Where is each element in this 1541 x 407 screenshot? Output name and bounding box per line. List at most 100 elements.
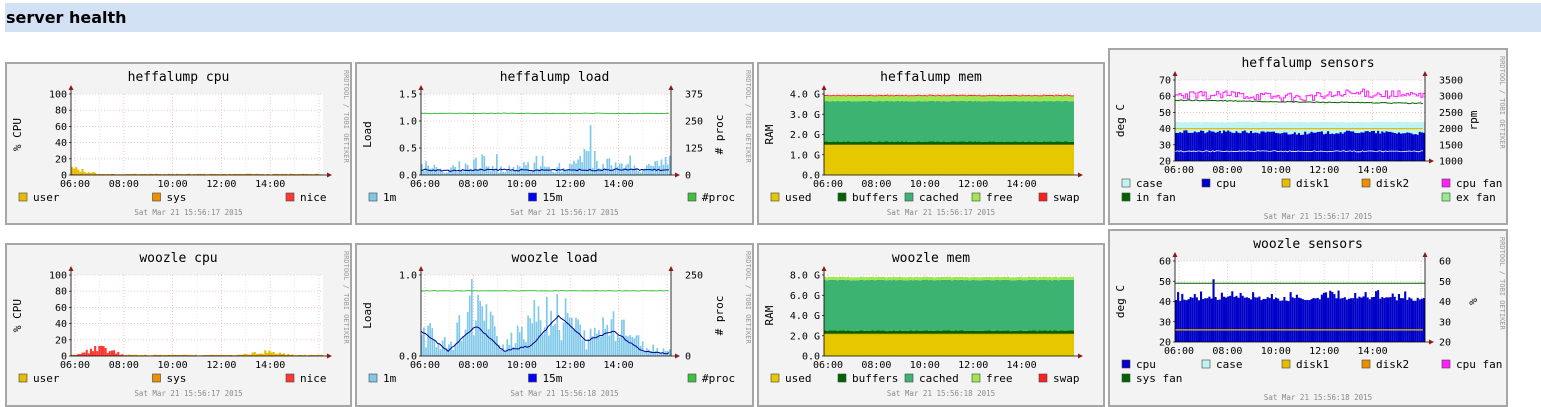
series-cpu-bar	[1281, 133, 1284, 161]
series-1m-bar	[606, 324, 609, 356]
series-cpu-bar	[1204, 298, 1207, 342]
series-cpu-bar	[1356, 133, 1359, 161]
series-1m-bar	[629, 155, 631, 175]
series-1m-bar	[441, 171, 444, 175]
series-1m-bar	[500, 349, 502, 356]
series-cpu-bar	[1335, 298, 1338, 342]
legend-label: user	[33, 372, 60, 385]
series-cpu-bar	[1325, 292, 1328, 342]
series-1m-bar	[533, 162, 536, 175]
series-cpu-bar	[1356, 298, 1359, 342]
series-1m-bar	[654, 161, 656, 175]
series-1m-bar	[441, 340, 444, 356]
graph-panel-woozle-mem[interactable]: woozle mem 8.0 G 6.0 G 4.0 G 2.0 G 0.0 06:00 08…	[757, 243, 1105, 407]
y-tick-label: 60	[1159, 257, 1171, 268]
legend-swatch-proc	[687, 192, 697, 202]
legend-swatch-disk2	[1361, 359, 1371, 369]
series-1m-bar	[429, 168, 431, 175]
legend-swatch-proc	[687, 373, 697, 383]
series-1m-bar	[527, 162, 529, 175]
series-cpu-bar	[1329, 134, 1332, 161]
series-1m-bar	[629, 335, 631, 356]
series-1m-bar	[583, 330, 586, 356]
rrdtool-watermark: RRDTOOL / TOBI OETIKER	[342, 70, 350, 164]
series-cpu-bar	[1268, 131, 1271, 161]
x-tick-label: 08:00	[861, 179, 891, 190]
legend-swatch-swap	[1038, 373, 1048, 383]
series-1m-bar	[579, 324, 581, 356]
y-tick-label: 4.0 G	[790, 311, 820, 322]
y-tick-label: 40	[1159, 297, 1171, 308]
legend-swatch-buffers	[837, 373, 847, 383]
legend-swatch-swap	[1038, 192, 1048, 202]
legend-swatch-user	[18, 192, 28, 202]
series-cached	[824, 100, 1074, 142]
x-tick-label: 10:00	[1261, 346, 1291, 357]
series-1m-bar	[493, 326, 496, 356]
rrdtool-watermark: RRDTOOL / TOBI OETIKER	[744, 251, 752, 345]
y-axis-arrow	[1172, 71, 1178, 76]
series-1m-bar	[462, 171, 465, 175]
y-tick-label: 50	[1159, 277, 1171, 288]
series-1m-bar	[596, 160, 598, 175]
series-1m-bar	[616, 335, 619, 356]
legend-label: disk2	[1376, 358, 1409, 371]
series-cpu-bar	[1266, 297, 1269, 342]
x-tick-label: 08:00	[109, 360, 139, 371]
series-cpu-bar	[1329, 290, 1332, 342]
series-cpu-bar	[1200, 291, 1203, 342]
series-1m-bar	[606, 158, 609, 175]
series-1m-bar	[468, 295, 471, 356]
series-cpu-bar	[1247, 298, 1250, 342]
y2-tick-label: 0	[685, 352, 691, 363]
graph-panel-heffalump-load[interactable]: heffalump load RRDTOOL / TOBI OETIKER 1.5 1…	[355, 62, 754, 225]
series-cpu-bar	[1216, 299, 1219, 342]
series-cpu-bar	[1420, 132, 1423, 161]
series-cpu-bar	[1395, 300, 1398, 342]
series-cpu-bar	[1262, 298, 1265, 342]
series-cpu-bar	[1185, 300, 1188, 342]
graph-title: heffalump load	[500, 70, 610, 85]
series-1m-bar	[627, 336, 629, 356]
series-cpu-bar	[1383, 298, 1386, 342]
series-1m-bar	[552, 325, 554, 356]
graph-panel-woozle-sensors[interactable]: woozle sensors RRDTOOL / TOBI OETIKER 60 50…	[1108, 229, 1508, 407]
series-cpu-bar	[1293, 298, 1296, 342]
series-1m-bar	[566, 313, 569, 356]
graph-svg: heffalump load RRDTOOL / TOBI OETIKER 1.5 1…	[361, 70, 752, 217]
series-1m-bar	[525, 342, 527, 356]
series-cpu-bar	[1400, 298, 1403, 342]
legend-swatch-cached	[904, 373, 914, 383]
series-1m-bar	[602, 317, 604, 356]
series-1m-bar	[618, 163, 621, 175]
series-cpu-bar	[1225, 131, 1228, 161]
series-cpu-bar	[1179, 132, 1182, 161]
series-1m-bar	[512, 167, 515, 175]
series-free	[824, 95, 1074, 102]
legend-label: sys	[167, 191, 187, 204]
graph-panel-heffalump-sensors[interactable]: heffalump sensors RRDTOOL / TOBI OETIKER 7…	[1108, 48, 1508, 225]
series-cpu-bar	[1210, 131, 1213, 161]
x-tick-label: 10:00	[1261, 165, 1291, 176]
series-nice-bar	[108, 351, 111, 356]
graph-title: woozle load	[511, 251, 597, 266]
graph-panel-heffalump-cpu[interactable]: heffalump cpu RRDTOOL / TOBI OETIKER 100 80…	[5, 62, 352, 225]
legend-swatch-cpu	[1121, 359, 1131, 369]
series-cpu-bar	[1350, 298, 1353, 342]
series-cpu-bar	[1212, 279, 1215, 342]
series-cpu-bar	[1375, 291, 1378, 342]
graph-panel-heffalump-mem[interactable]: heffalump mem 4.0 G 3.0 G 2.0 G 1.0 G 0.0 06:0…	[757, 62, 1105, 225]
series-1m-bar	[518, 332, 521, 356]
graph-panel-woozle-load[interactable]: woozle load RRDTOOL / TOBI OETIKER 1.0 0.0 2…	[355, 243, 754, 407]
series-cpu-bar	[1316, 131, 1319, 161]
legend-label: cpu fan	[1456, 358, 1502, 371]
y-axis-arrow	[1172, 252, 1178, 257]
series-1m-bar	[621, 319, 623, 356]
series-cpu-bar	[1200, 130, 1203, 161]
series-1m-bar	[577, 159, 579, 175]
series-cpu-bar	[1191, 132, 1194, 161]
series-cpu-bar	[1379, 298, 1382, 342]
series-cpu-bar	[1202, 130, 1205, 161]
graph-panel-woozle-cpu[interactable]: woozle cpu RRDTOOL / TOBI OETIKER 100 80 60 4…	[5, 243, 352, 407]
series-cpu-bar	[1237, 132, 1240, 161]
